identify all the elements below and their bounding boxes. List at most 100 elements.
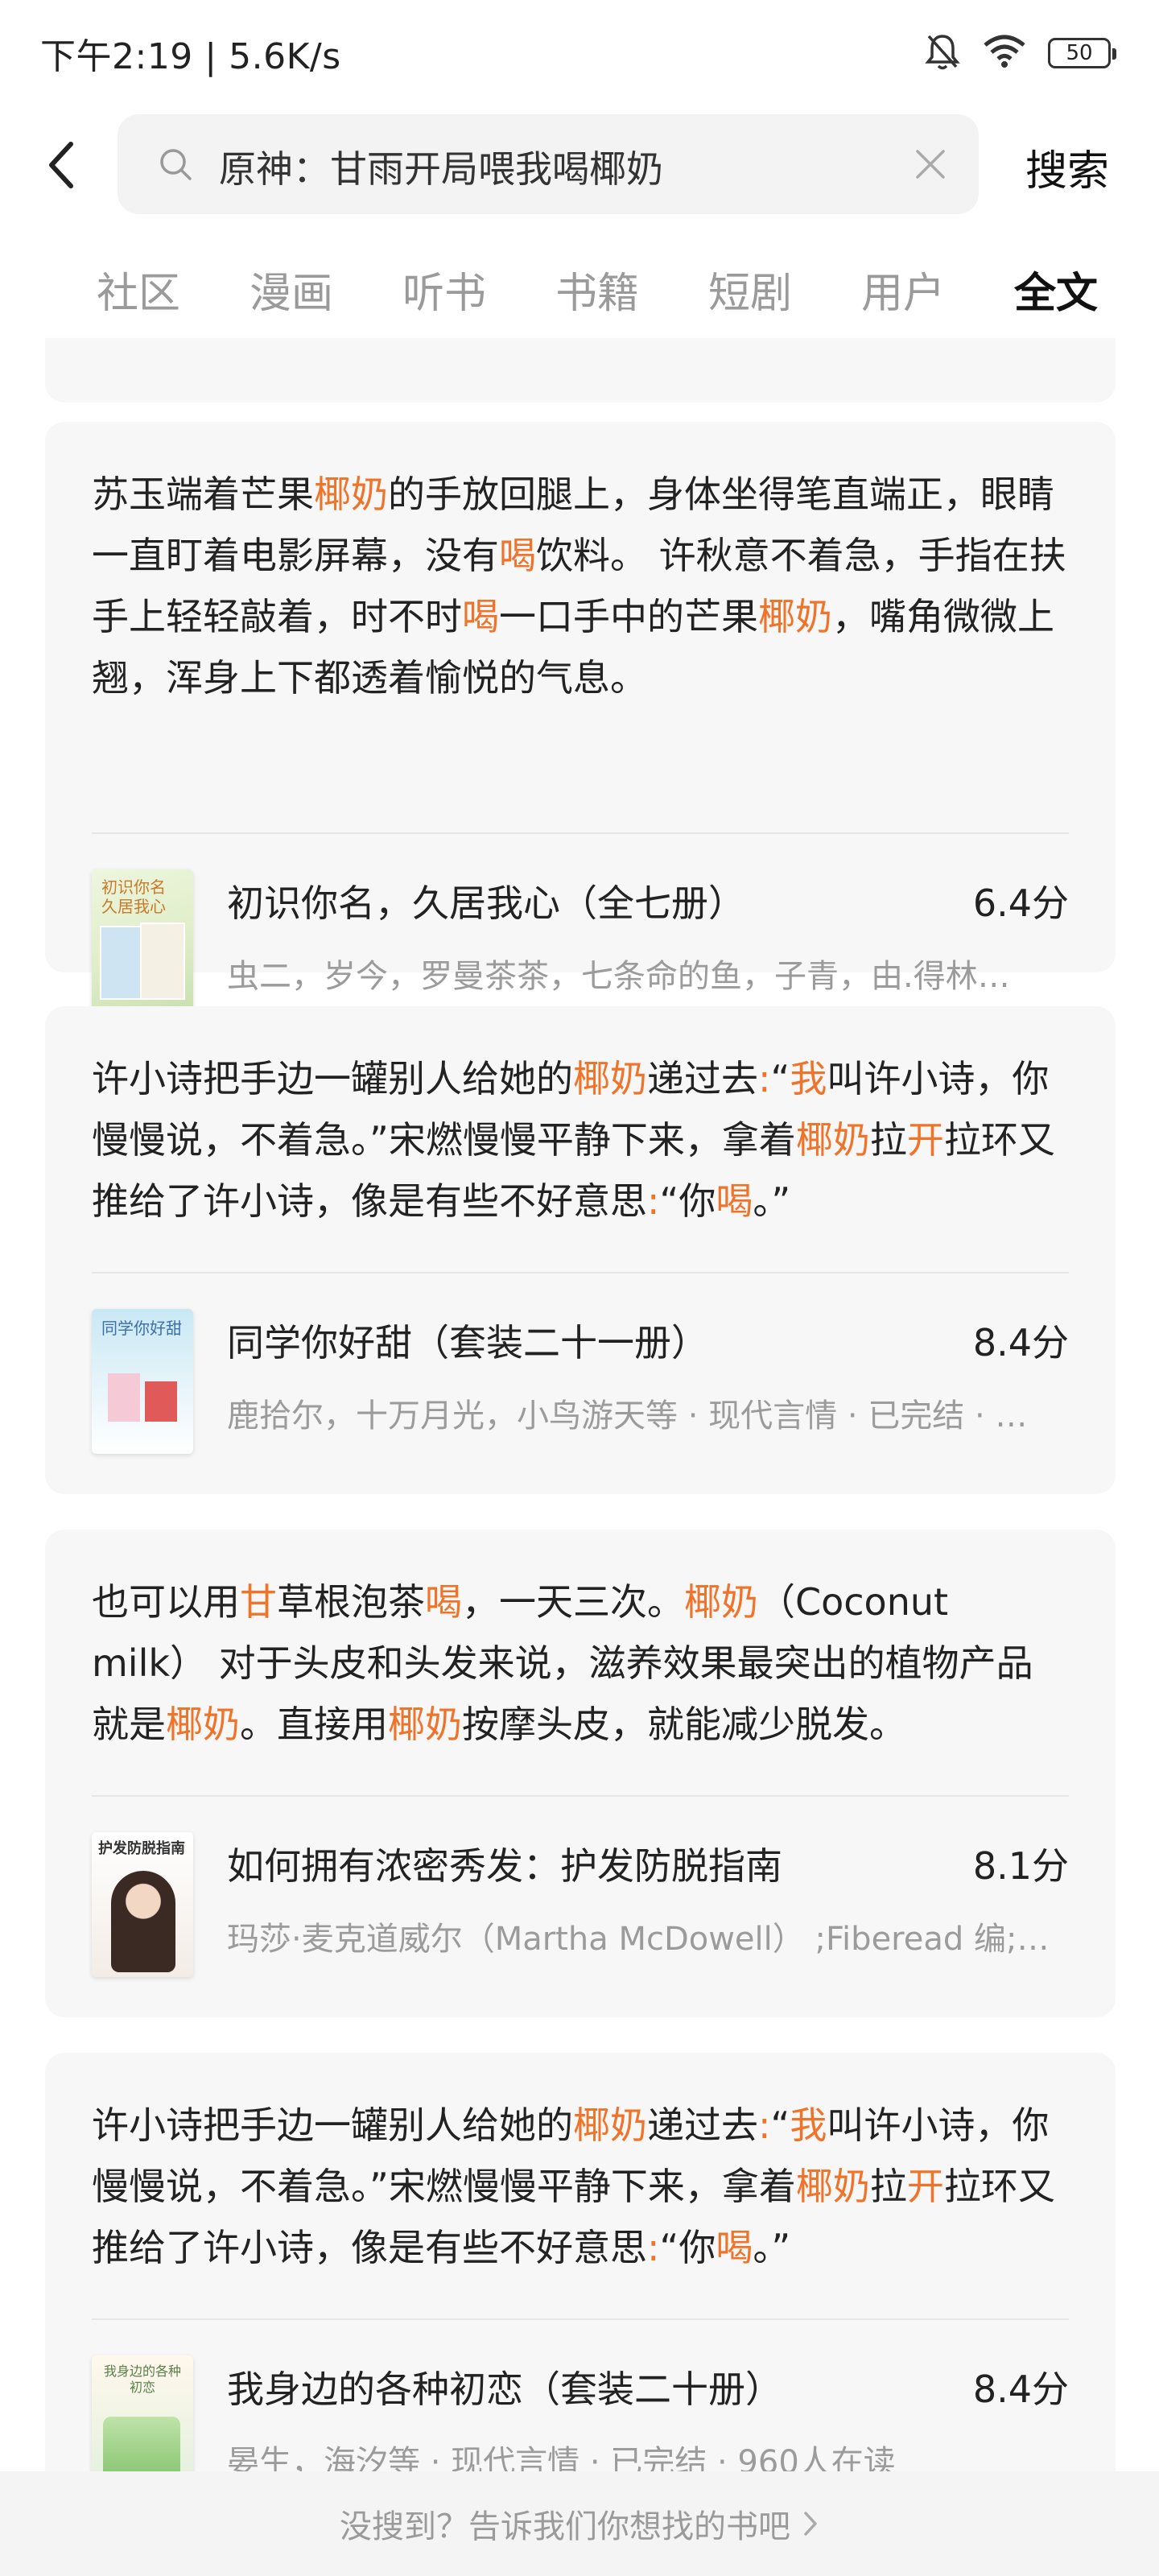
book-title: 如何拥有浓密秀发：护发防脱指南 (227, 1844, 782, 1888)
book-cover-title: 初识你名 久居我心 (101, 877, 166, 916)
excerpt-segment: 拉 (869, 1118, 907, 1162)
mute-bell-icon (924, 31, 961, 75)
search-icon (158, 147, 193, 185)
highlight-term: 椰奶 (758, 595, 832, 638)
tab-fulltext[interactable]: 全文 (1014, 259, 1098, 320)
excerpt-segment: 草根泡茶 (277, 1580, 425, 1624)
book-score: 8.4分 (972, 2368, 1069, 2411)
excerpt-segment: 。” (753, 2226, 791, 2269)
divider (92, 1272, 1069, 1274)
highlight-term: 椰奶 (166, 1703, 240, 1746)
result-card[interactable]: 许小诗把手边一罐别人给她的椰奶递过去:“我叫许小诗，你慢慢说，不着急。”宋燃慢慢… (45, 1006, 1116, 1494)
excerpt-text: 许小诗把手边一罐别人给她的椰奶递过去:“我叫许小诗，你慢慢说，不着急。”宋燃慢慢… (92, 1048, 1069, 1232)
highlight-term: 椰奶 (388, 1703, 462, 1746)
excerpt-segment: 许小诗把手边一罐别人给她的 (92, 2103, 573, 2147)
excerpt-segment: 一口手中的芒果 (499, 595, 758, 638)
cover-art (145, 1381, 177, 1422)
tab-comics[interactable]: 漫画 (250, 259, 333, 320)
book-cover[interactable]: 同学你好甜 (92, 1309, 193, 1454)
tab-audiobooks[interactable]: 听书 (402, 259, 486, 320)
tab-short-drama[interactable]: 短剧 (708, 259, 792, 320)
excerpt-text: 苏玉端着芒果椰奶的手放回腿上，身体坐得笔直端正，眼睛一直盯着电影屏幕，没有喝饮料… (92, 464, 1069, 708)
result-card[interactable]: 苏玉端着芒果椰奶的手放回腿上，身体坐得笔直端正，眼睛一直盯着电影屏幕，没有喝饮料… (45, 422, 1116, 1014)
excerpt-segment: “ (770, 2103, 790, 2147)
cover-art (108, 1373, 140, 1422)
chevron-right-icon (804, 2512, 817, 2536)
highlight-term: 椰奶 (314, 473, 388, 516)
highlight-term: 椰奶 (684, 1580, 758, 1624)
cover-art (140, 923, 185, 1000)
search-query-text[interactable]: 原神：甘雨开局喂我喝椰奶 (219, 140, 663, 193)
book-score: 8.1分 (972, 1844, 1069, 1888)
status-icons: 50 (924, 31, 1116, 76)
status-bar: 下午2:19 | 5.6K/s 50 (0, 0, 1159, 105)
highlight-term: 我 (790, 2103, 827, 2147)
highlight-term: 喝 (425, 1580, 462, 1624)
excerpt-segment: 苏玉端着芒果 (92, 473, 314, 516)
highlight-term: 开 (906, 2165, 944, 2208)
book-meta: 鹿拾尔，十万月光，小鸟游天等 · 现代言情 · 已完结 · … (227, 1397, 1028, 1435)
divider (92, 2318, 1069, 2320)
book-title: 我身边的各种初恋（套装二十册） (227, 2368, 782, 2411)
highlight-term: : (758, 2103, 771, 2147)
book-cover[interactable]: 我身边的各种初恋 (92, 2355, 193, 2471)
divider (92, 832, 1069, 834)
status-time-speed: 下午2:19 | 5.6K/s (40, 36, 341, 77)
excerpt-segment: 递过去 (647, 1057, 758, 1100)
excerpt-segment: 按摩头皮，就能减少脱发。 (462, 1703, 906, 1746)
excerpt-segment: 许小诗把手边一罐别人给她的 (92, 1057, 573, 1100)
book-title: 初识你名，久居我心（全七册） (227, 881, 745, 925)
excerpt-text: 许小诗把手边一罐别人给她的椰奶递过去:“我叫许小诗，你慢慢说，不着急。”宋燃慢慢… (92, 2095, 1069, 2278)
highlight-term: 我 (790, 1057, 827, 1100)
search-button[interactable]: 搜索 (1025, 137, 1109, 197)
tab-community[interactable]: 社区 (97, 259, 180, 320)
battery-icon: 50 (1048, 38, 1116, 68)
highlight-term: 开 (906, 1118, 944, 1162)
highlight-term: 喝 (716, 1179, 753, 1223)
excerpt-segment: ，一天三次。 (462, 1580, 684, 1624)
book-meta: 晏生，海汐等 · 现代言情 · 已完结 · 960人在读 (227, 2444, 896, 2471)
results-list: 苏玉端着芒果椰奶的手放回腿上，身体坐得笔直端正，眼睛一直盯着电影屏幕，没有喝饮料… (0, 338, 1159, 2471)
chevron-left-icon (49, 142, 73, 188)
highlight-term: 椰奶 (795, 2165, 870, 2208)
book-meta: 虫二，岁今，罗曼茶茶，七条命的鱼，子青，由.得林… (227, 958, 1010, 995)
highlight-term: 椰奶 (573, 2103, 647, 2147)
wifi-icon (982, 34, 1027, 72)
result-card-partial[interactable] (45, 338, 1116, 402)
book-meta: 玛莎·麦克道威尔（Martha McDowell） ;Fiberead 编;… (227, 1921, 1050, 1958)
tab-users[interactable]: 用户 (861, 259, 945, 320)
highlight-term: 椰奶 (573, 1057, 647, 1100)
feedback-text: 没搜到？告诉我们你想找的书吧 (340, 2508, 790, 2545)
feedback-bar[interactable]: 没搜到？告诉我们你想找的书吧 (0, 2471, 1159, 2576)
book-cover-title: 同学你好甜 (101, 1319, 182, 1338)
cover-art (111, 1871, 175, 1972)
highlight-term: 喝 (462, 595, 499, 638)
search-input[interactable]: 原神：甘雨开局喂我喝椰奶 (118, 114, 979, 214)
book-cover[interactable]: 初识你名 久居我心 (92, 869, 193, 1014)
book-cover[interactable]: 护发防脱指南 (92, 1832, 193, 1977)
highlight-term: 喝 (716, 2226, 753, 2269)
excerpt-segment: “你 (659, 2226, 716, 2269)
back-button[interactable] (37, 135, 85, 195)
excerpt-segment: 也可以用 (92, 1580, 240, 1624)
clear-icon[interactable] (914, 148, 947, 184)
result-card[interactable]: 也可以用甘草根泡茶喝，一天三次。椰奶（Coconut milk） 对于头皮和头发… (45, 1530, 1116, 2017)
book-score: 6.4分 (972, 881, 1069, 925)
book-score: 8.4分 (972, 1321, 1069, 1364)
book-title: 同学你好甜（套装二十一册） (227, 1321, 708, 1364)
excerpt-segment: 递过去 (647, 2103, 758, 2147)
excerpt-segment: 。” (753, 1179, 791, 1223)
highlight-term: : (647, 1179, 660, 1223)
book-cover-title: 我身边的各种初恋 (103, 2363, 181, 2395)
excerpt-text: 也可以用甘草根泡茶喝，一天三次。椰奶（Coconut milk） 对于头皮和头发… (92, 1571, 1069, 1755)
excerpt-segment: 拉 (869, 2165, 907, 2208)
highlight-term: 喝 (499, 534, 536, 577)
highlight-term: 椰奶 (795, 1118, 870, 1162)
result-card[interactable]: 许小诗把手边一罐别人给她的椰奶递过去:“我叫许小诗，你慢慢说，不着急。”宋燃慢慢… (45, 2053, 1116, 2471)
excerpt-segment: “你 (659, 1179, 716, 1223)
highlight-term: : (758, 1057, 771, 1100)
highlight-term: : (647, 2226, 660, 2269)
divider (92, 1795, 1069, 1797)
tab-books[interactable]: 书籍 (555, 259, 639, 320)
excerpt-segment: 。直接用 (240, 1703, 388, 1746)
